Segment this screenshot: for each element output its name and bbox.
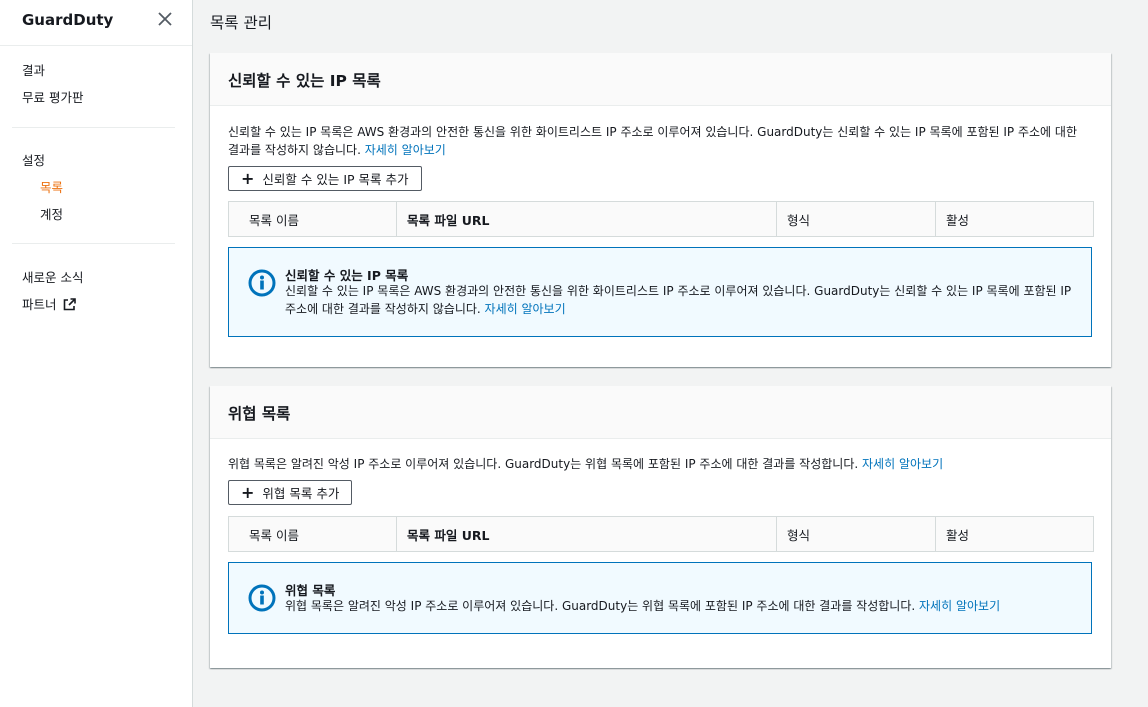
learn-more-link[interactable]: 자세히 알아보기 (485, 302, 566, 316)
table-header: 목록 이름 목록 파일 URL 형식 활성 (228, 516, 1094, 552)
sidebar-header: GuardDuty (0, 0, 192, 46)
column-header-format[interactable]: 형식 (777, 517, 936, 551)
threat-list-panel: 위협 목록 위협 목록은 알려진 악성 IP 주소로 이루어져 있습니다. Gu… (210, 386, 1111, 668)
panel-header: 신뢰할 수 있는 IP 목록 (210, 53, 1111, 106)
sidebar-item-accounts[interactable]: 계정 (40, 204, 63, 223)
add-trusted-ip-list-button[interactable]: + 신뢰할 수 있는 IP 목록 추가 (228, 166, 422, 191)
sidebar-item-lists[interactable]: 목록 (40, 177, 63, 196)
alert-text: 위협 목록은 알려진 악성 IP 주소로 이루어져 있습니다. GuardDut… (285, 599, 916, 613)
sidebar-divider (12, 243, 175, 244)
learn-more-link[interactable]: 자세히 알아보기 (862, 457, 943, 471)
page-title: 목록 관리 (210, 14, 272, 32)
panel-title: 위협 목록 (228, 405, 291, 423)
panel-header: 위협 목록 (210, 386, 1111, 439)
external-link-icon (63, 298, 76, 314)
sidebar-item-settings[interactable]: 설정 (22, 150, 45, 169)
sidebar-item-label: 파트너 (22, 297, 57, 312)
sidebar-title[interactable]: GuardDuty (22, 11, 113, 29)
column-header-active[interactable]: 활성 (936, 517, 1093, 551)
sidebar-item-free-trial[interactable]: 무료 평가판 (22, 87, 83, 106)
plus-icon: + (241, 168, 255, 188)
plus-icon: + (241, 482, 255, 502)
button-label: 신뢰할 수 있는 IP 목록 추가 (262, 172, 409, 187)
sidebar-item-findings[interactable]: 결과 (22, 60, 45, 79)
learn-more-link[interactable]: 자세히 알아보기 (919, 599, 1000, 613)
column-header-list-name[interactable]: 목록 이름 (229, 202, 397, 236)
info-icon (248, 584, 276, 612)
description-text: 위협 목록은 알려진 악성 IP 주소로 이루어져 있습니다. GuardDut… (228, 457, 859, 471)
learn-more-link[interactable]: 자세히 알아보기 (365, 143, 446, 157)
panel-title: 신뢰할 수 있는 IP 목록 (228, 72, 381, 90)
alert-body: 신뢰할 수 있는 IP 목록은 AWS 환경과의 안전한 통신을 위한 화이트리… (285, 282, 1075, 318)
column-header-file-url[interactable]: 목록 파일 URL (397, 517, 777, 551)
side-navigation: GuardDuty 결과 무료 평가판 설정 목록 계정 새로운 소식 파트너 (0, 0, 193, 707)
close-icon[interactable] (158, 12, 172, 26)
alert-body: 위협 목록은 알려진 악성 IP 주소로 이루어져 있습니다. GuardDut… (285, 597, 1075, 615)
sidebar-item-whats-new[interactable]: 새로운 소식 (22, 267, 83, 286)
panel-description: 신뢰할 수 있는 IP 목록은 AWS 환경과의 안전한 통신을 위한 화이트리… (228, 123, 1090, 159)
column-header-active[interactable]: 활성 (936, 202, 1093, 236)
alert-text: 신뢰할 수 있는 IP 목록은 AWS 환경과의 안전한 통신을 위한 화이트리… (285, 284, 1072, 316)
info-icon (248, 269, 276, 297)
info-alert: 위협 목록 위협 목록은 알려진 악성 IP 주소로 이루어져 있습니다. Gu… (228, 562, 1092, 634)
add-threat-list-button[interactable]: + 위협 목록 추가 (228, 480, 353, 505)
info-alert: 신뢰할 수 있는 IP 목록 신뢰할 수 있는 IP 목록은 AWS 환경과의 … (228, 247, 1092, 337)
column-header-format[interactable]: 형식 (777, 202, 936, 236)
trusted-ip-list-panel: 신뢰할 수 있는 IP 목록 신뢰할 수 있는 IP 목록은 AWS 환경과의 … (210, 53, 1111, 367)
table-header: 목록 이름 목록 파일 URL 형식 활성 (228, 201, 1094, 237)
button-label: 위협 목록 추가 (262, 486, 340, 501)
sidebar-item-partners[interactable]: 파트너 (22, 294, 76, 314)
column-header-file-url[interactable]: 목록 파일 URL (397, 202, 777, 236)
panel-description: 위협 목록은 알려진 악성 IP 주소로 이루어져 있습니다. GuardDut… (228, 455, 1090, 473)
sidebar-divider (12, 127, 175, 128)
column-header-list-name[interactable]: 목록 이름 (229, 517, 397, 551)
description-text: 신뢰할 수 있는 IP 목록은 AWS 환경과의 안전한 통신을 위한 화이트리… (228, 125, 1077, 157)
